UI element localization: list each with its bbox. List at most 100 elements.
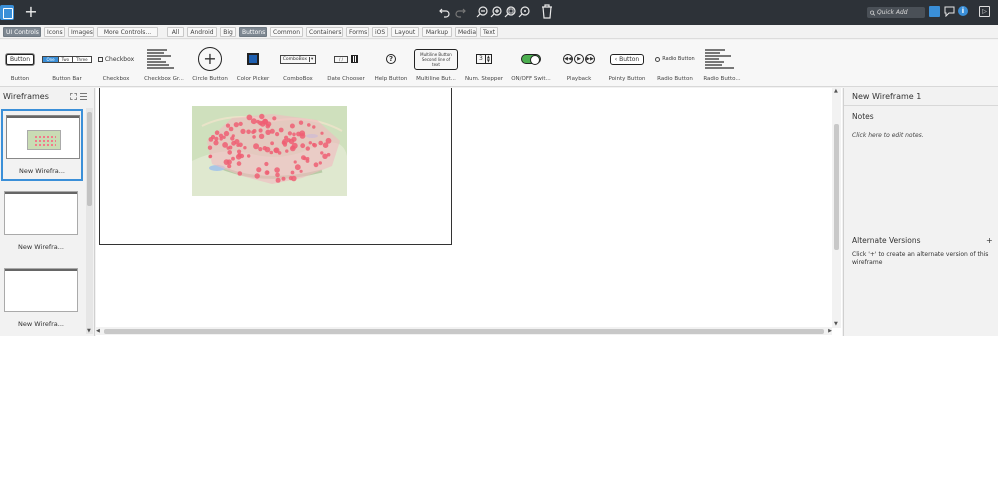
info-icon[interactable]: i (958, 6, 968, 16)
trash-icon[interactable] (541, 4, 553, 19)
map-marker (228, 126, 234, 132)
wireframe-thumbnail[interactable]: New Wirefra... (1, 187, 81, 257)
library-item-on-off-switch[interactable]: ON/OFF Swit... (510, 40, 552, 87)
canvas-vertical-scrollbar[interactable]: ▲ ▼ (832, 88, 841, 328)
tab-layout[interactable]: Layout (391, 27, 419, 37)
map-marker (207, 145, 213, 150)
comment-icon[interactable] (944, 6, 955, 17)
rewind-icon: ◀◀ (563, 54, 573, 64)
library-item-checkbox[interactable]: Checkbox Checkbox (96, 40, 136, 87)
tab-ios[interactable]: iOS (372, 27, 388, 37)
map-marker (234, 139, 240, 145)
quick-add-input[interactable] (877, 9, 925, 16)
library-item-num-stepper[interactable]: 3 ▲ ▼ Num. Stepper (464, 40, 504, 87)
tab-big[interactable]: Big (220, 27, 236, 37)
map-marker (265, 129, 271, 135)
add-alternate-version-button[interactable]: + (986, 236, 993, 245)
tab-common[interactable]: Common (270, 27, 303, 37)
library-item-help-button[interactable]: ? Help Button (374, 40, 408, 87)
tab-android[interactable]: Android (187, 27, 217, 37)
canvas-horizontal-scrollbar[interactable]: ◀ ▶ (96, 327, 832, 335)
library-item-combobox[interactable]: ComboBox ▾ ComboBox (278, 40, 318, 87)
tab-containers[interactable]: Containers (306, 27, 343, 37)
map-marker (270, 141, 274, 146)
wireframes-panel-title: Wireframes (3, 92, 49, 101)
tab-more-controls[interactable]: More Controls... (97, 27, 158, 37)
library-item-button[interactable]: Button Button (2, 40, 38, 87)
wireframes-scrollbar[interactable]: ▼ (86, 108, 93, 334)
wireframe-thumbnail[interactable]: New Wirefra... (1, 264, 81, 334)
tab-ui-controls[interactable]: UI Controls (3, 27, 41, 37)
redo-icon[interactable] (454, 5, 466, 19)
library-item-playback[interactable]: ◀◀ ▶ ▶▶ Playback (558, 40, 600, 87)
library-item-pointy-button[interactable]: ‹ Button Pointy Button (606, 40, 648, 87)
tab-markup[interactable]: Markup (422, 27, 452, 37)
map-marker (300, 143, 306, 149)
wireframe-artboard[interactable] (99, 88, 452, 245)
radio-group-preview (705, 49, 739, 69)
list-view-icon[interactable] (80, 93, 87, 100)
zoom-fit-icon[interactable] (504, 6, 516, 18)
map-marker (214, 136, 219, 141)
map-marker (231, 156, 235, 161)
tab-media[interactable]: Media (455, 27, 477, 37)
map-marker (208, 137, 214, 142)
scroll-down-icon[interactable]: ▼ (87, 328, 91, 334)
map-marker (247, 154, 251, 158)
scrollbar-thumb[interactable] (834, 124, 839, 250)
library-item-label: Pointy Button (608, 76, 646, 82)
library-item-color-picker[interactable]: Color Picker (236, 40, 270, 87)
wireframe-name[interactable]: New Wireframe 1 (852, 92, 921, 101)
library-item-label: Button Bar (52, 76, 82, 82)
add-wireframe-button[interactable]: + (23, 4, 39, 20)
map-marker (265, 123, 271, 129)
tab-images[interactable]: Images (68, 27, 94, 37)
scroll-down-icon[interactable]: ▼ (834, 321, 838, 327)
tab-icons[interactable]: Icons (44, 27, 65, 37)
grid-view-icon[interactable] (70, 93, 77, 100)
wireframe-canvas[interactable]: ▲ ▼ ◀ ▶ (96, 88, 842, 336)
map-marker (318, 140, 323, 146)
fast-forward-icon: ▶▶ (585, 54, 595, 64)
notes-editor[interactable]: Click here to edit notes. (852, 132, 924, 139)
library-item-radio-button[interactable]: Radio Button Radio Button (654, 40, 696, 87)
map-marker (305, 159, 310, 163)
tab-buttons[interactable]: Buttons (239, 27, 267, 37)
date-chooser-preview: / / (334, 55, 358, 63)
zoom-actual-size-icon[interactable] (518, 6, 530, 18)
library-item-radio-button-group[interactable]: Radio Butto... (702, 40, 742, 87)
scroll-right-icon[interactable]: ▶ (828, 328, 832, 334)
quick-add-box[interactable] (867, 7, 925, 18)
wireframe-thumbnail[interactable]: New Wirefra... (1, 109, 83, 181)
map-marker (290, 170, 295, 175)
map-marker (298, 120, 304, 125)
library-item-circle-button[interactable]: + Circle Button (192, 40, 228, 87)
map-marker (208, 154, 213, 158)
zoom-in-icon[interactable] (490, 6, 502, 18)
map-marker (230, 136, 235, 141)
play-icon: ▶ (574, 54, 584, 64)
map-marker (318, 161, 322, 165)
view-mode-icon[interactable] (929, 6, 940, 17)
app-logo-icon[interactable] (0, 5, 14, 20)
tab-all[interactable]: All (167, 27, 184, 37)
library-item-label: Color Picker (236, 76, 270, 82)
library-item-date-chooser[interactable]: / / Date Chooser (326, 40, 366, 87)
map-image[interactable] (192, 106, 347, 196)
scroll-up-icon[interactable]: ▲ (834, 88, 838, 94)
zoom-out-icon[interactable] (476, 6, 488, 18)
undo-icon[interactable] (439, 5, 451, 19)
map-marker (278, 127, 284, 133)
circle-button-preview: + (198, 47, 222, 71)
scrollbar-thumb[interactable] (104, 329, 824, 334)
library-item-multiline-button[interactable]: Multiline Button Second line of text Mult… (414, 40, 458, 87)
tab-text[interactable]: Text (480, 27, 498, 37)
scrollbar-thumb[interactable] (87, 112, 92, 206)
library-item-checkbox-group[interactable]: Checkbox Gr... (144, 40, 184, 87)
scroll-left-icon[interactable]: ◀ (96, 328, 100, 334)
map-marker (275, 132, 280, 137)
present-icon[interactable]: ▷ (979, 6, 990, 17)
library-item-button-bar[interactable]: One Two Three Button Bar (42, 40, 92, 87)
library-filter-bar: UI Controls Icons Images More Controls..… (0, 25, 998, 39)
tab-forms[interactable]: Forms (346, 27, 369, 37)
